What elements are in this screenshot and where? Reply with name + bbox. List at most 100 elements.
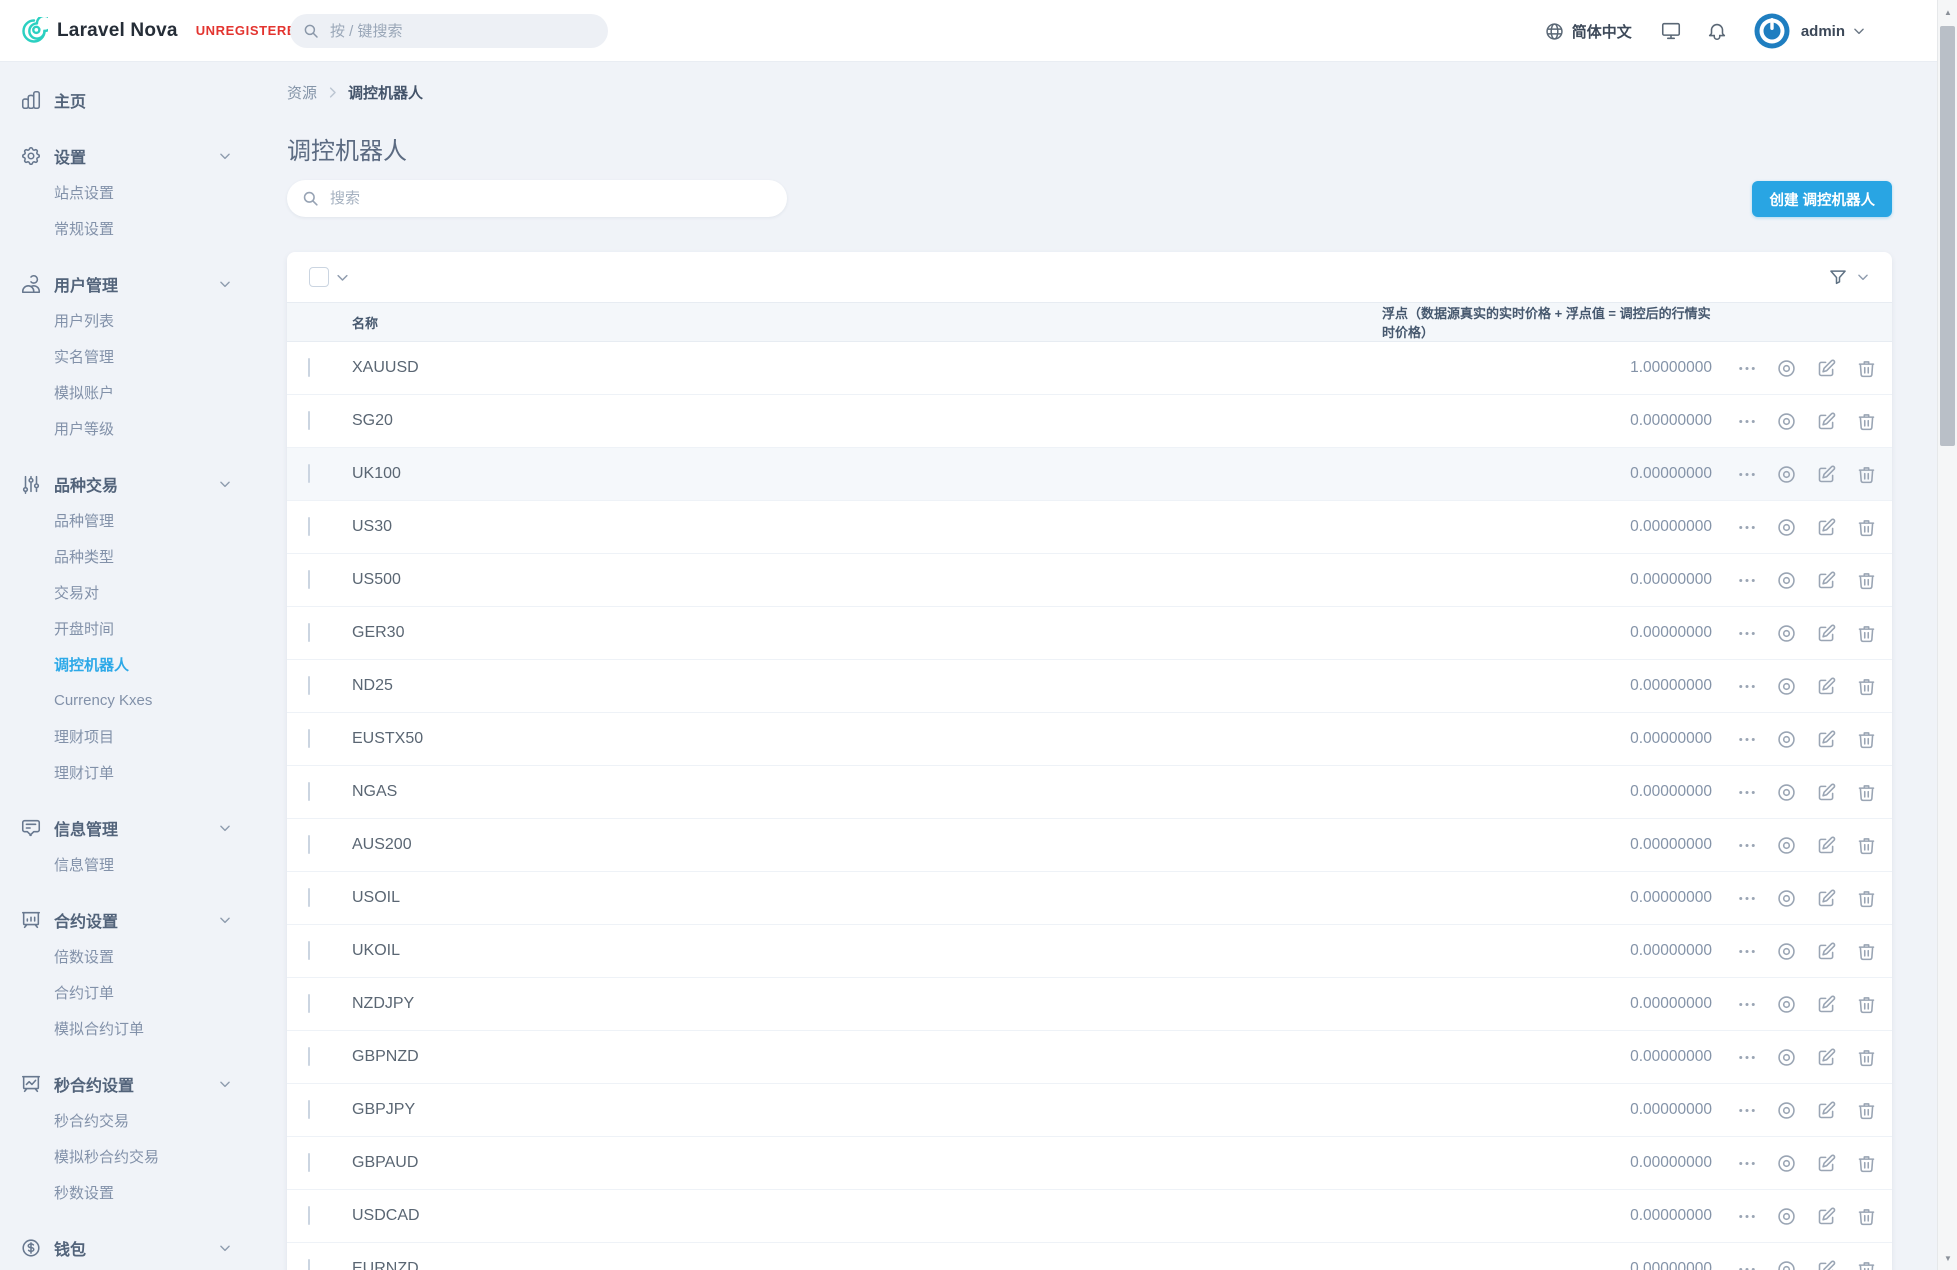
- sidebar-item-倍数设置[interactable]: 倍数设置: [0, 938, 232, 974]
- user-menu[interactable]: admin: [1801, 23, 1845, 40]
- sidebar-item-信息管理[interactable]: 信息管理: [0, 846, 232, 882]
- row-delete-icon[interactable]: [1856, 464, 1877, 485]
- sidebar-group-7[interactable]: 钱包: [0, 1230, 232, 1266]
- sidebar-item-理财项目[interactable]: 理财项目: [0, 718, 232, 754]
- sidebar-item-开盘时间[interactable]: 开盘时间: [0, 610, 232, 646]
- row-edit-icon[interactable]: [1816, 517, 1837, 538]
- row-delete-icon[interactable]: [1856, 1259, 1877, 1270]
- sidebar-item-常规设置[interactable]: 常规设置: [0, 210, 232, 246]
- row-more-actions-icon[interactable]: [1737, 517, 1757, 538]
- row-delete-icon[interactable]: [1856, 517, 1877, 538]
- row-more-actions-icon[interactable]: [1737, 994, 1757, 1015]
- row-view-icon[interactable]: [1776, 782, 1797, 803]
- sidebar-item-模拟合约订单[interactable]: 模拟合约订单: [0, 1010, 232, 1046]
- row-view-icon[interactable]: [1776, 835, 1797, 856]
- sidebar-group-1[interactable]: 设置: [0, 138, 232, 174]
- row-delete-icon[interactable]: [1856, 941, 1877, 962]
- row-view-icon[interactable]: [1776, 1259, 1797, 1270]
- row-checkbox[interactable]: [308, 570, 310, 589]
- row-view-icon[interactable]: [1776, 623, 1797, 644]
- row-more-actions-icon[interactable]: [1737, 888, 1757, 909]
- row-more-actions-icon[interactable]: [1737, 1206, 1757, 1227]
- row-checkbox[interactable]: [308, 358, 310, 377]
- row-more-actions-icon[interactable]: [1737, 464, 1757, 485]
- sidebar-group-3[interactable]: 品种交易: [0, 466, 232, 502]
- row-edit-icon[interactable]: [1816, 464, 1837, 485]
- filter-funnel-icon[interactable]: [1828, 267, 1848, 287]
- row-more-actions-icon[interactable]: [1737, 729, 1757, 750]
- global-search-input[interactable]: [330, 22, 596, 40]
- row-view-icon[interactable]: [1776, 358, 1797, 379]
- row-edit-icon[interactable]: [1816, 358, 1837, 379]
- create-resource-button[interactable]: 创建 调控机器人: [1752, 181, 1892, 217]
- sidebar-group-5[interactable]: 合约设置: [0, 902, 232, 938]
- row-checkbox[interactable]: [308, 1100, 310, 1119]
- sidebar-group-2[interactable]: 用户管理: [0, 266, 232, 302]
- row-checkbox[interactable]: [308, 994, 310, 1013]
- row-view-icon[interactable]: [1776, 994, 1797, 1015]
- row-checkbox[interactable]: [308, 835, 310, 854]
- row-checkbox[interactable]: [308, 411, 310, 430]
- row-view-icon[interactable]: [1776, 1206, 1797, 1227]
- row-view-icon[interactable]: [1776, 411, 1797, 432]
- row-delete-icon[interactable]: [1856, 1100, 1877, 1121]
- row-more-actions-icon[interactable]: [1737, 1100, 1757, 1121]
- row-view-icon[interactable]: [1776, 676, 1797, 697]
- sidebar-item-品种管理[interactable]: 品种管理: [0, 502, 232, 538]
- row-view-icon[interactable]: [1776, 888, 1797, 909]
- row-edit-icon[interactable]: [1816, 1047, 1837, 1068]
- scrollbar-up-arrow[interactable]: ▲: [1938, 2, 1957, 22]
- row-edit-icon[interactable]: [1816, 994, 1837, 1015]
- select-all-checkbox[interactable]: [309, 267, 329, 287]
- row-delete-icon[interactable]: [1856, 411, 1877, 432]
- notifications-bell-icon[interactable]: [1706, 20, 1728, 42]
- row-delete-icon[interactable]: [1856, 888, 1877, 909]
- chevron-down-icon[interactable]: [1852, 24, 1866, 38]
- row-checkbox[interactable]: [308, 1047, 310, 1066]
- row-view-icon[interactable]: [1776, 1153, 1797, 1174]
- row-edit-icon[interactable]: [1816, 1153, 1837, 1174]
- row-more-actions-icon[interactable]: [1737, 1047, 1757, 1068]
- row-delete-icon[interactable]: [1856, 1206, 1877, 1227]
- row-more-actions-icon[interactable]: [1737, 358, 1757, 379]
- row-edit-icon[interactable]: [1816, 888, 1837, 909]
- row-edit-icon[interactable]: [1816, 676, 1837, 697]
- sidebar-item-用户等级[interactable]: 用户等级: [0, 410, 232, 446]
- row-delete-icon[interactable]: [1856, 835, 1877, 856]
- row-checkbox[interactable]: [308, 729, 310, 748]
- resource-search-input[interactable]: [330, 190, 773, 207]
- row-edit-icon[interactable]: [1816, 729, 1837, 750]
- row-more-actions-icon[interactable]: [1737, 835, 1757, 856]
- row-delete-icon[interactable]: [1856, 994, 1877, 1015]
- theme-monitor-icon[interactable]: [1660, 20, 1682, 42]
- sidebar-item-站点设置[interactable]: 站点设置: [0, 174, 232, 210]
- row-checkbox[interactable]: [308, 676, 310, 695]
- row-view-icon[interactable]: [1776, 1047, 1797, 1068]
- row-view-icon[interactable]: [1776, 1100, 1797, 1121]
- scrollbar-down-arrow[interactable]: ▼: [1938, 1248, 1957, 1268]
- row-edit-icon[interactable]: [1816, 1259, 1837, 1270]
- row-checkbox[interactable]: [308, 517, 310, 536]
- row-edit-icon[interactable]: [1816, 1100, 1837, 1121]
- select-all-chevron-icon[interactable]: [335, 270, 350, 285]
- row-checkbox[interactable]: [308, 623, 310, 642]
- sidebar-item-秒数设置[interactable]: 秒数设置: [0, 1174, 232, 1210]
- row-more-actions-icon[interactable]: [1737, 570, 1757, 591]
- window-scrollbar[interactable]: ▲ ▼: [1937, 0, 1957, 1270]
- row-more-actions-icon[interactable]: [1737, 1153, 1757, 1174]
- global-search[interactable]: [290, 14, 608, 48]
- sidebar-item-合约订单[interactable]: 合约订单: [0, 974, 232, 1010]
- sidebar-item-交易对[interactable]: 交易对: [0, 574, 232, 610]
- sidebar-item-理财订单[interactable]: 理财订单: [0, 754, 232, 790]
- sidebar-item-调控机器人[interactable]: 调控机器人: [0, 646, 232, 682]
- sidebar-item-秒合约交易[interactable]: 秒合约交易: [0, 1102, 232, 1138]
- filter-chevron-icon[interactable]: [1856, 270, 1870, 284]
- row-edit-icon[interactable]: [1816, 570, 1837, 591]
- row-edit-icon[interactable]: [1816, 411, 1837, 432]
- row-delete-icon[interactable]: [1856, 676, 1877, 697]
- sidebar-item-品种类型[interactable]: 品种类型: [0, 538, 232, 574]
- row-delete-icon[interactable]: [1856, 570, 1877, 591]
- row-checkbox[interactable]: [308, 1153, 310, 1172]
- row-view-icon[interactable]: [1776, 941, 1797, 962]
- row-more-actions-icon[interactable]: [1737, 411, 1757, 432]
